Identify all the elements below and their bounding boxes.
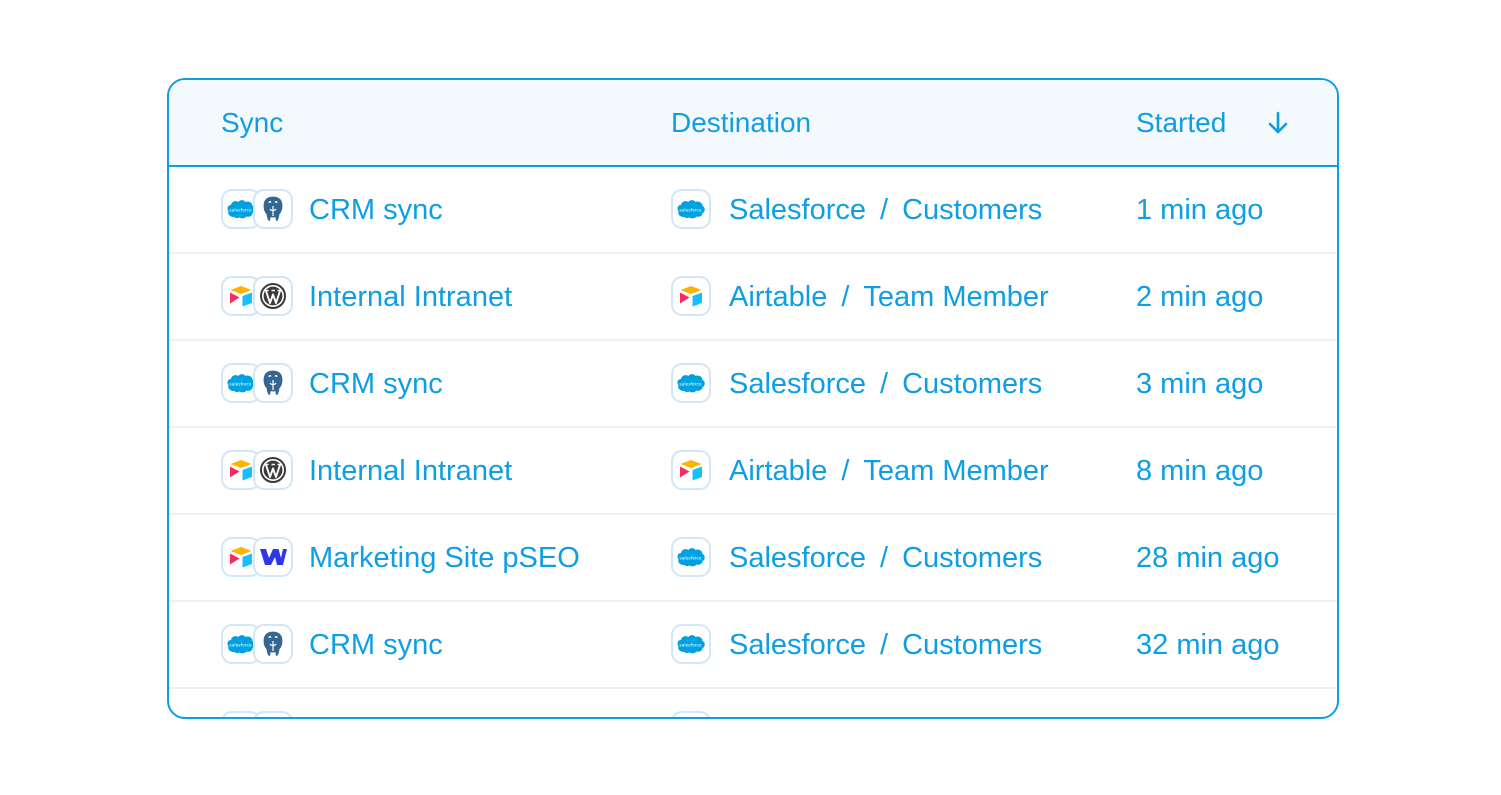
destination-separator: / — [841, 281, 850, 313]
sync-name-link[interactable]: CRM sync — [309, 602, 443, 689]
salesforce-icon: salesforce — [671, 189, 711, 229]
destination-object: Customers — [902, 542, 1043, 574]
column-header-sync[interactable]: Sync — [221, 80, 283, 165]
destination-object: Customers — [902, 368, 1043, 400]
destination-link[interactable]: Airtable / Team Member — [729, 254, 1049, 341]
table-row[interactable]: Internal Intranet Airtable / Team Member 8 m… — [169, 428, 1337, 515]
started-time: 3 min ago — [1136, 368, 1264, 400]
destination-app: Salesforce — [729, 629, 867, 661]
wordpress-icon — [253, 276, 293, 316]
salesforce-icon: salesforce — [671, 537, 711, 577]
destination-icon-partial — [671, 711, 711, 717]
sync-name-link[interactable]: CRM sync — [309, 341, 443, 428]
svg-text:salesforce: salesforce — [679, 208, 702, 214]
svg-text:salesforce: salesforce — [679, 643, 702, 649]
started-time: 28 min ago — [1136, 542, 1280, 574]
destination-separator: / — [880, 368, 889, 400]
syncs-table: Sync Destination Started salesforce CRM s… — [167, 78, 1339, 719]
started-time: 2 min ago — [1136, 281, 1264, 313]
table-header: Sync Destination Started — [169, 80, 1337, 167]
column-header-destination[interactable]: Destination — [671, 80, 811, 165]
airtable-icon — [671, 276, 711, 316]
destination-separator: / — [880, 542, 889, 574]
sync-name-link[interactable]: Internal Intranet — [309, 428, 512, 515]
destination-object: Team Member — [863, 455, 1049, 487]
table-row[interactable]: salesforce CRM sync salesforce Salesforce / C… — [169, 602, 1337, 689]
source-icons — [221, 537, 295, 579]
destination-link[interactable]: Salesforce / Customers — [729, 515, 1042, 602]
destination-app: Airtable — [729, 455, 828, 487]
svg-text:salesforce: salesforce — [679, 556, 702, 562]
svg-text:salesforce: salesforce — [229, 382, 252, 388]
sync-name-link[interactable]: CRM sync — [309, 167, 443, 254]
destination-object: Customers — [902, 194, 1043, 226]
sync-name-link[interactable]: Marketing Site pSEO — [309, 515, 580, 602]
salesforce-icon: salesforce — [671, 363, 711, 403]
source-icons: salesforce — [221, 363, 295, 405]
started-time: 8 min ago — [1136, 455, 1264, 487]
wordpress-icon — [253, 450, 293, 490]
destination-separator: / — [880, 194, 889, 226]
destination-app: Salesforce — [729, 194, 867, 226]
destination-separator: / — [880, 629, 889, 661]
started-time: 32 min ago — [1136, 629, 1280, 661]
destination-link[interactable]: Salesforce / Customers — [729, 167, 1042, 254]
destination-link[interactable]: Salesforce / Customers — [729, 602, 1042, 689]
salesforce-icon: salesforce — [671, 624, 711, 664]
postgresql-icon — [253, 189, 293, 229]
postgresql-icon — [253, 363, 293, 403]
table-body: salesforce CRM sync salesforce Salesforce / C… — [169, 167, 1337, 689]
destination-link[interactable]: Salesforce / Customers — [729, 341, 1042, 428]
column-header-started[interactable]: Started — [1136, 80, 1226, 165]
source-icons: salesforce — [221, 189, 295, 231]
destination-object: Customers — [902, 629, 1043, 661]
destination-link[interactable]: Airtable / Team Member — [729, 428, 1049, 515]
table-row[interactable]: salesforce CRM sync salesforce Salesforce / C… — [169, 167, 1337, 254]
table-row-partial — [169, 689, 1337, 717]
sync-name-link[interactable]: Internal Intranet — [309, 254, 512, 341]
destination-object: Team Member — [863, 281, 1049, 313]
started-time: 1 min ago — [1136, 194, 1264, 226]
svg-text:salesforce: salesforce — [679, 382, 702, 388]
webflow-icon — [253, 537, 293, 577]
airtable-icon — [671, 450, 711, 490]
svg-text:salesforce: salesforce — [229, 208, 252, 214]
source-icons: salesforce — [221, 624, 295, 666]
table-row[interactable]: salesforce CRM sync salesforce Salesforce / C… — [169, 341, 1337, 428]
source-icons — [221, 450, 295, 492]
source-icon-partial — [253, 711, 293, 717]
destination-app: Salesforce — [729, 368, 867, 400]
arrow-down-icon[interactable] — [1266, 108, 1290, 138]
destination-app: Salesforce — [729, 542, 867, 574]
table-row[interactable]: Internal Intranet Airtable / Team Member 2 m… — [169, 254, 1337, 341]
destination-separator: / — [841, 455, 850, 487]
postgresql-icon — [253, 624, 293, 664]
destination-app: Airtable — [729, 281, 828, 313]
svg-text:salesforce: salesforce — [229, 643, 252, 649]
source-icons — [221, 276, 295, 318]
table-row[interactable]: Marketing Site pSEO salesforce Salesforce /… — [169, 515, 1337, 602]
